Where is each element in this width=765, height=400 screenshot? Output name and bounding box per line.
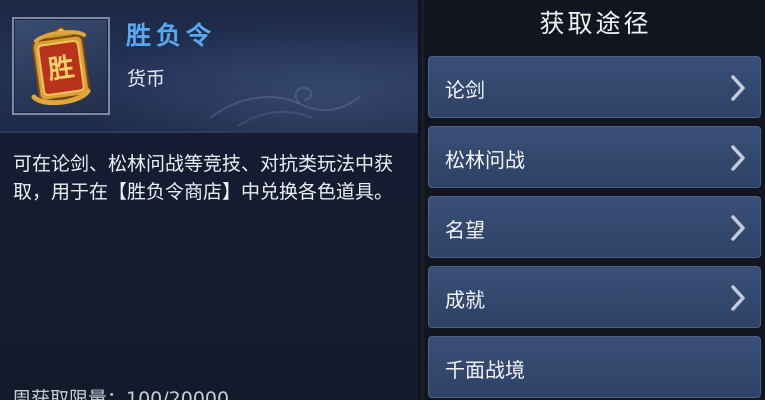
item-header: 胜 胜负令 货币 <box>0 0 418 131</box>
source-item-mingwang[interactable]: 名望 <box>428 196 761 258</box>
acquisition-panel: 获取途径 论剑 松林问战 名望 成就 千面战境 <box>418 0 765 400</box>
source-label: 千面战境 <box>445 358 525 382</box>
acquisition-title: 获取途径 <box>539 9 652 38</box>
item-description: 可在论剑、松林问战等竞技、对抗类玩法中获取，用于在【胜负令商店】中兑换各色道具。 <box>13 153 394 203</box>
chevron-right-icon <box>731 215 745 241</box>
chevron-right-icon <box>731 285 745 311</box>
source-item-lunjian[interactable]: 论剑 <box>428 56 761 118</box>
panel-border <box>418 0 426 400</box>
chevron-right-icon <box>731 75 745 101</box>
source-item-qianmian[interactable]: 千面战境 <box>428 336 761 398</box>
item-name: 胜负令 <box>126 21 217 50</box>
header-divider <box>0 131 418 133</box>
chevron-right-icon <box>731 145 745 171</box>
source-label: 名望 <box>445 218 485 242</box>
weekly-limit: 周获取限量：100/20000 <box>12 388 230 400</box>
item-detail-panel: 胜 胜负令 货币 可在论剑、松林问战等竞技、对抗类玩法中获取，用于在【胜负令商店… <box>0 0 418 400</box>
source-label: 松林问战 <box>445 148 525 172</box>
item-icon-slot: 胜 <box>12 17 110 115</box>
source-item-chengjiu[interactable]: 成就 <box>428 266 761 328</box>
item-type: 货币 <box>127 68 166 90</box>
source-item-songlin[interactable]: 松林问战 <box>428 126 761 188</box>
source-label: 论剑 <box>445 78 485 102</box>
victory-token-icon: 胜 <box>31 26 91 106</box>
token-glyph: 胜 <box>46 52 76 85</box>
source-label: 成就 <box>445 288 485 312</box>
